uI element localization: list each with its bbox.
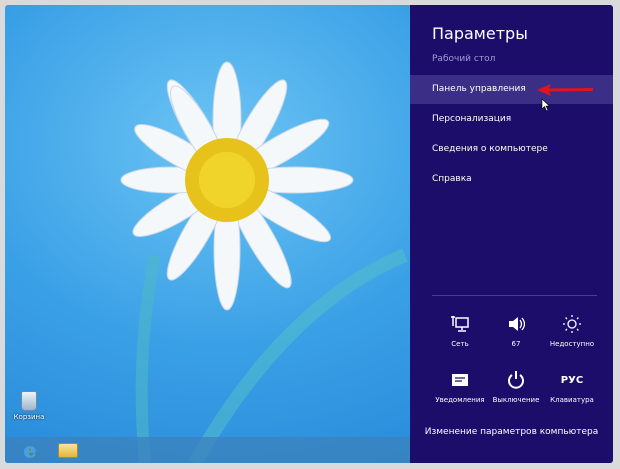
file-explorer-icon[interactable] — [55, 440, 81, 460]
volume-icon — [486, 313, 546, 335]
menu-item-help[interactable]: Справка — [410, 165, 613, 194]
mouse-cursor-icon — [541, 98, 551, 112]
menu-item-personalization[interactable]: Персонализация — [410, 105, 613, 134]
recycle-bin[interactable]: Корзина — [11, 391, 47, 421]
tile-network[interactable]: Сеть — [430, 313, 490, 348]
brightness-icon — [542, 313, 602, 335]
desktop: Корзина e Параметры Рабочий стол Панель … — [5, 5, 613, 463]
settings-charm: Параметры Рабочий стол Панель управления… — [410, 5, 613, 463]
tile-brightness[interactable]: Недоступно — [542, 313, 602, 348]
internet-explorer-icon[interactable]: e — [17, 438, 43, 462]
tile-notifications[interactable]: Уведомления — [430, 369, 490, 404]
tile-power[interactable]: Выключение — [486, 369, 546, 404]
recycle-bin-icon — [21, 391, 37, 411]
divider — [432, 295, 597, 296]
network-icon — [430, 313, 490, 335]
charm-title: Параметры — [432, 24, 528, 43]
power-icon — [486, 369, 546, 391]
tile-volume[interactable]: 67 — [486, 313, 546, 348]
keyboard-icon: РУС — [560, 374, 584, 386]
change-pc-settings-link[interactable]: Изменение параметров компьютера — [410, 427, 613, 437]
notifications-icon — [430, 369, 490, 391]
charm-subtitle: Рабочий стол — [432, 54, 496, 64]
tile-keyboard[interactable]: РУС Клавиатура — [542, 369, 602, 405]
menu-item-pc-info[interactable]: Сведения о компьютере — [410, 135, 613, 164]
red-arrow-annotation — [537, 84, 593, 96]
